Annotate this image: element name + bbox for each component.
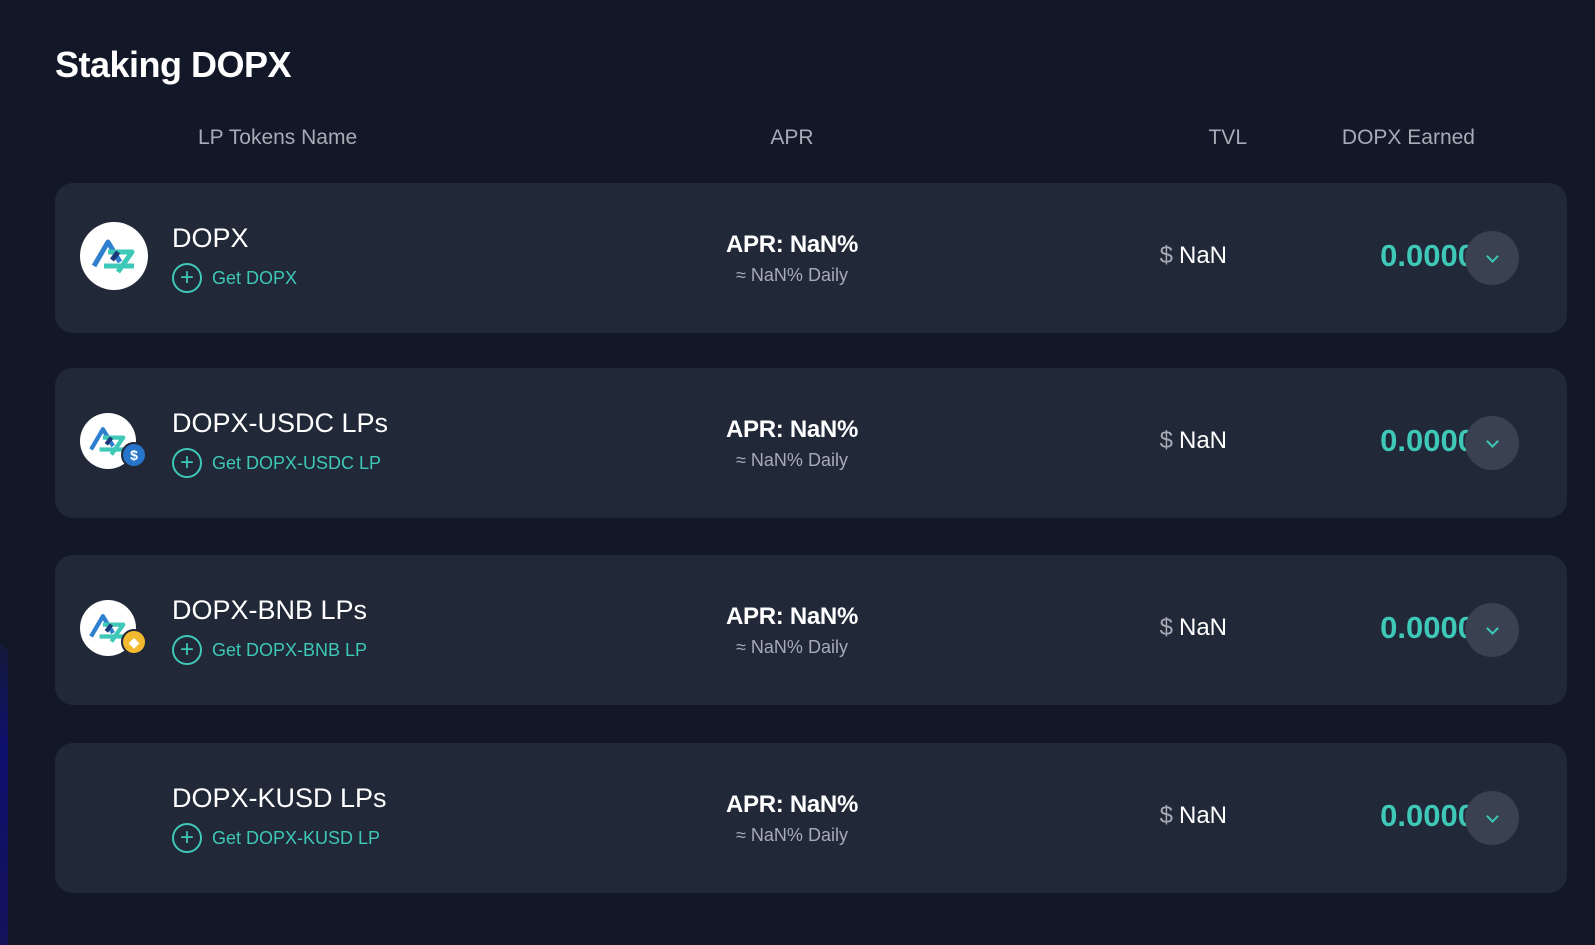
column-header-name: LP Tokens Name [198,126,358,149]
expand-button[interactable] [1465,416,1519,470]
plus-circle-icon: + [172,263,202,293]
pool-name: DOPX [172,223,249,253]
column-header-tvl: TVL [1208,126,1247,149]
apr-block: APR: NaN% ≈ NaN% Daily [712,416,872,471]
pool-card-dopx-kusd: DOPX-KUSD LPs + Get DOPX-KUSD LP APR: Na… [55,743,1567,893]
tvl-amount: NaN [1178,242,1227,269]
bnb-badge-icon: ◆ [121,629,147,655]
get-dopx-usdc-link[interactable]: + Get DOPX-USDC LP [172,448,381,478]
column-header-earned: DOPX Earned [1341,126,1475,149]
currency-symbol: $ [1159,427,1173,454]
apr-value: APR: NaN% [726,231,858,258]
plus-circle-icon: + [172,635,202,665]
apr-block: APR: NaN% ≈ NaN% Daily [712,231,872,286]
column-header-apr: APR [770,126,814,149]
earned-value: 0.0000 [1380,610,1475,645]
tvl-amount: NaN [1178,614,1227,641]
tvl-amount: NaN [1178,802,1227,829]
apr-value: APR: NaN% [726,791,858,818]
tvl-value: $ NaN [1055,242,1227,270]
plus-circle-icon: + [172,823,202,853]
table-header: LP Tokens Name APR TVL DOPX Earned [55,126,1567,156]
apr-value: APR: NaN% [726,603,858,630]
currency-symbol: $ [1159,802,1173,829]
plus-circle-icon: + [172,448,202,478]
apr-daily: ≈ NaN% Daily [736,637,848,657]
pool-card-dopx-usdc: $ DOPX-USDC LPs + Get DOPX-USDC LP APR: … [55,368,1567,518]
apr-value: APR: NaN% [726,416,858,443]
pool-name: DOPX-KUSD LPs [172,783,387,813]
apr-block: APR: NaN% ≈ NaN% Daily [712,603,872,658]
expand-button[interactable] [1465,231,1519,285]
get-link-label: Get DOPX-KUSD LP [212,827,381,848]
currency-symbol: $ [1159,242,1173,269]
pool-card-dopx: DOPX + Get DOPX APR: NaN% ≈ NaN% Daily $… [55,183,1567,333]
pool-card-dopx-bnb: ◆ DOPX-BNB LPs + Get DOPX-BNB LP APR: Na… [55,555,1567,705]
chevron-down-icon [1485,249,1499,263]
apr-daily: ≈ NaN% Daily [736,265,848,285]
pool-name: DOPX-USDC LPs [172,408,389,438]
dopx-logo-icon [80,222,148,290]
left-accent-decoration [0,645,8,945]
currency-symbol: $ [1159,614,1173,641]
expand-button[interactable] [1465,791,1519,845]
apr-block: APR: NaN% ≈ NaN% Daily [712,791,872,846]
usdc-badge-icon: $ [121,442,147,468]
get-link-label: Get DOPX [212,267,298,288]
apr-daily: ≈ NaN% Daily [736,825,848,845]
apr-daily: ≈ NaN% Daily [736,450,848,470]
earned-value: 0.0000 [1380,423,1475,458]
tvl-value: $ NaN [1055,802,1227,830]
earned-value: 0.0000 [1380,798,1475,833]
get-dopx-kusd-link[interactable]: + Get DOPX-KUSD LP [172,823,380,853]
get-link-label: Get DOPX-BNB LP [212,639,368,660]
expand-button[interactable] [1465,603,1519,657]
chevron-down-icon [1485,621,1499,635]
tvl-value: $ NaN [1055,614,1227,642]
get-dopx-bnb-link[interactable]: + Get DOPX-BNB LP [172,635,367,665]
chevron-down-icon [1485,809,1499,823]
tvl-value: $ NaN [1055,427,1227,455]
earned-value: 0.0000 [1380,238,1475,273]
get-link-label: Get DOPX-USDC LP [212,452,382,473]
tvl-amount: NaN [1178,427,1227,454]
chevron-down-icon [1485,434,1499,448]
pool-name: DOPX-BNB LPs [172,595,368,625]
get-dopx-link[interactable]: + Get DOPX [172,263,297,293]
page-title: Staking DOPX [55,44,292,85]
